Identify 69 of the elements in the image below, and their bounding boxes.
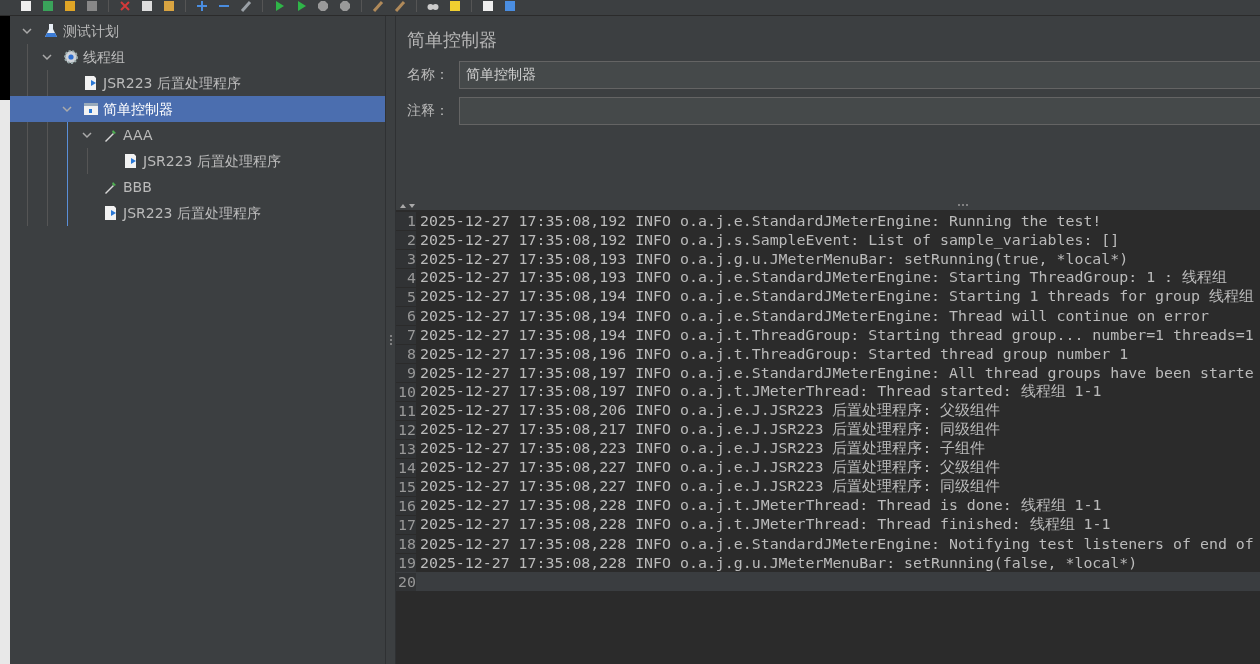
collapse-arrows-icon[interactable]	[399, 202, 417, 209]
stop-icon[interactable]	[317, 0, 329, 12]
caret-icon[interactable]	[82, 130, 92, 140]
splitter-grip-icon[interactable]	[388, 334, 393, 346]
line-number: 14	[396, 458, 416, 477]
line-number: 12	[396, 420, 416, 439]
field-label: 注释：	[407, 102, 450, 120]
gear-icon	[63, 49, 79, 65]
tree-item[interactable]: JSR223 后置处理程序	[10, 148, 385, 174]
play-icon[interactable]	[273, 0, 285, 12]
tree-item[interactable]: AAA	[10, 122, 385, 148]
line-number: 16	[396, 496, 416, 515]
log-line: 2025-12-27 17:35:08,206 INFO o.a.j.e.J.JSR223 后置处理程序: 父级组件	[420, 401, 1001, 420]
input-field[interactable]	[459, 97, 1260, 125]
log-line: 2025-12-27 17:35:08,192 INFO o.a.j.s.SampleEvent: List of sample_variables: []	[420, 230, 1120, 249]
log-line: 2025-12-27 17:35:08,193 INFO o.a.j.g.u.JMeterMenuBar: setRunning(true, *local*)	[420, 249, 1129, 268]
line-number: 6	[396, 306, 416, 325]
log-line: 2025-12-27 17:35:08,197 INFO o.a.j.e.StandardJMeterEngine: All thread groups have been starte	[420, 363, 1254, 382]
input-field[interactable]: 简单控制器	[459, 61, 1260, 89]
scissors-icon[interactable]	[119, 0, 131, 12]
log-line: 2025-12-27 17:35:08,193 INFO o.a.j.e.StandardJMeterEngine: Starting ThreadGroup: 1 : 线程组	[420, 268, 1228, 287]
line-number: 1	[396, 211, 416, 230]
log-line: 2025-12-27 17:35:08,227 INFO o.a.j.e.J.JSR223 后置处理程序: 父级组件	[420, 458, 1001, 477]
log-line: 2025-12-27 17:35:08,228 INFO o.a.j.e.StandardJMeterEngine: Notifying test listeners of end of	[420, 534, 1254, 553]
line-number: 18	[396, 534, 416, 553]
line-number: 10	[396, 382, 416, 401]
log-line: 2025-12-27 17:35:08,194 INFO o.a.j.e.StandardJMeterEngine: Starting 1 threads for group 线程组	[420, 287, 1254, 306]
caret-icon[interactable]	[42, 52, 52, 62]
log-line: 2025-12-27 17:35:08,194 INFO o.a.j.e.StandardJMeterEngine: Thread will continue on error	[420, 306, 1209, 325]
log-line: 2025-12-27 17:35:08,217 INFO o.a.j.e.J.JSR223 后置处理程序: 同级组件	[420, 420, 1001, 439]
line-number: 15	[396, 477, 416, 496]
line-number: 13	[396, 439, 416, 458]
caret-icon[interactable]	[62, 104, 72, 114]
line-number: 7	[396, 325, 416, 344]
octagon-icon[interactable]	[339, 0, 351, 12]
splitter-grip-icon[interactable]	[957, 203, 969, 207]
log-line: 2025-12-27 17:35:08,192 INFO o.a.j.e.StandardJMeterEngine: Running the test!	[420, 211, 1102, 230]
line-number: 2	[396, 230, 416, 249]
line-number: 17	[396, 515, 416, 534]
caret-icon[interactable]	[22, 26, 32, 36]
log-line: 2025-12-27 17:35:08,196 INFO o.a.j.t.ThreadGroup: Started thread group number 1	[420, 344, 1129, 363]
log-line: 2025-12-27 17:35:08,228 INFO o.a.j.t.JMeterThread: Thread is done: 线程组 1-1	[420, 496, 1102, 515]
pipette-icon	[103, 179, 119, 195]
tree-item[interactable]: 线程组	[10, 44, 385, 70]
flask-icon	[43, 23, 59, 39]
line-number: 8	[396, 344, 416, 363]
plus-icon[interactable]	[196, 0, 208, 12]
line-number: 19	[396, 553, 416, 572]
pipette-icon	[103, 127, 119, 143]
line-number: 20	[396, 572, 416, 591]
log-line: 2025-12-27 17:35:08,223 INFO o.a.j.e.J.JSR223 后置处理程序: 子组件	[420, 439, 986, 458]
tree-item[interactable]: 简单控制器	[10, 96, 385, 122]
field-label: 名称：	[407, 66, 450, 84]
log-line: 2025-12-27 17:35:08,228 INFO o.a.j.g.u.JMeterMenuBar: setRunning(false, *local*)	[420, 553, 1138, 572]
tree-item[interactable]: JSR223 后置处理程序	[10, 200, 385, 226]
line-number: 5	[396, 287, 416, 306]
panel-title: 简单控制器	[407, 28, 498, 52]
line-number: 11	[396, 401, 416, 420]
line-number: 4	[396, 268, 416, 287]
tree-item[interactable]: JSR223 后置处理程序	[10, 70, 385, 96]
window-icon	[83, 101, 99, 117]
log-line: 2025-12-27 17:35:08,228 INFO o.a.j.t.JMeterThread: Thread finished: 线程组 1-1	[420, 515, 1111, 534]
log-line: 2025-12-27 17:35:08,227 INFO o.a.j.e.J.JSR223 后置处理程序: 同级组件	[420, 477, 1001, 496]
log-line: 2025-12-27 17:35:08,194 INFO o.a.j.t.ThreadGroup: Starting thread group... number=1 threads=1	[420, 325, 1254, 344]
line-number: 3	[396, 249, 416, 268]
line-number: 9	[396, 363, 416, 382]
tree-item[interactable]: BBB	[10, 174, 385, 200]
log-line: 2025-12-27 17:35:08,197 INFO o.a.j.t.JMeterThread: Thread started: 线程组 1-1	[420, 382, 1102, 401]
tree-item[interactable]: 测试计划	[10, 18, 385, 44]
